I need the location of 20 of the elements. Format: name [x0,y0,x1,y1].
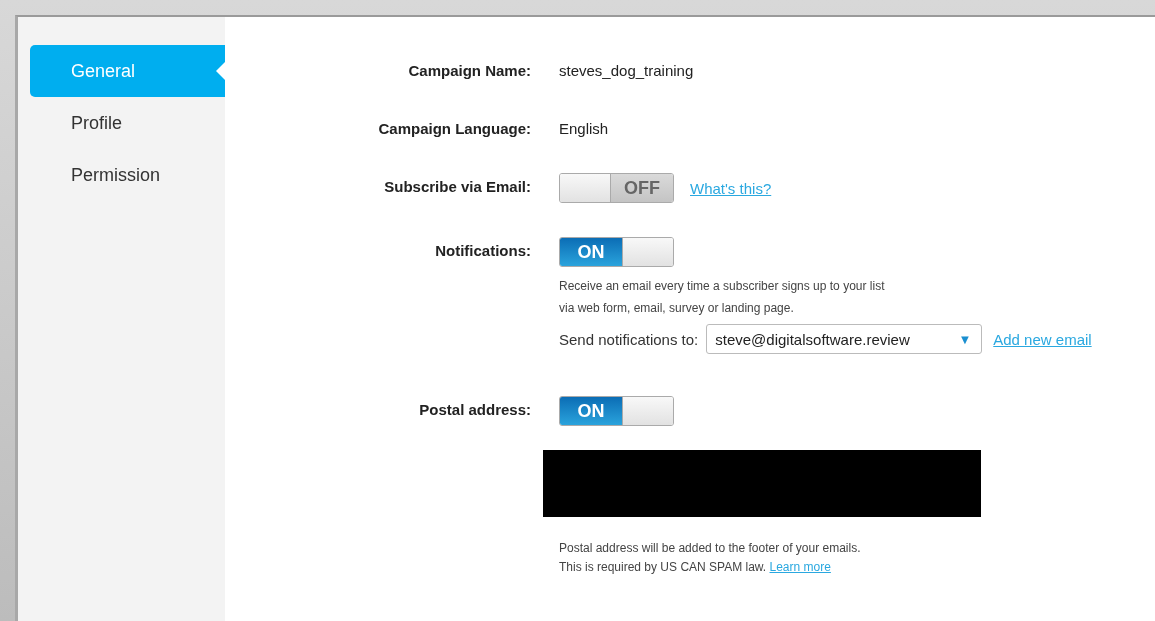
footer-note: Postal address will be added to the footer of your emails. This is required by US CAN SPAM law. Learn more [559,540,862,576]
field-label: Subscribe via Email: [383,177,531,197]
toggle-switch[interactable]: ON [559,396,674,426]
email-dropdown[interactable]: steve@digitalsoftware.review ▼ [706,324,983,354]
toggle-switch[interactable]: ON [559,237,674,267]
field-value: steves_dog_training [559,61,694,81]
field-label: Campaign Language: [377,119,531,139]
field-label: Postal address: [418,400,531,420]
sidebar-tab[interactable]: Profile [30,97,225,149]
sidebar-tab[interactable]: General [30,45,225,97]
field-label: Notifications: [434,241,531,261]
help-link[interactable]: What's this? [690,179,772,197]
field-value: English [559,119,609,139]
learn-more-link[interactable]: Learn more [769,560,831,574]
field-label: Send notifications to: [559,330,699,348]
description-text: Receive an email every time a subscriber signs up to your list via web form, email, survey or landing page. [559,278,886,317]
sidebar-tab[interactable]: Permission [30,149,225,201]
toggle-switch[interactable]: OFF [559,173,674,203]
field-label: Campaign Name: [407,61,531,81]
add-email-link[interactable]: Add new email [993,330,1092,348]
